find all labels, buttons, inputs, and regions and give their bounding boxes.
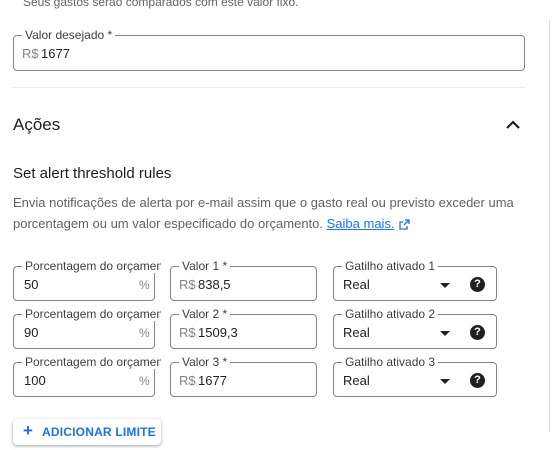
trigger-label-1: Gatilho ativado 1 xyxy=(342,259,439,273)
trigger-value-3: Real xyxy=(343,373,370,388)
trigger-select-3[interactable]: Gatilho ativado 3 Real ? xyxy=(333,355,497,397)
trigger-select-1[interactable]: Gatilho ativado 1 Real ? xyxy=(333,259,497,301)
external-link-icon[interactable] xyxy=(398,219,410,230)
dropdown-arrow-icon xyxy=(440,331,450,336)
trigger-value-1: Real xyxy=(343,277,370,292)
plus-icon: + xyxy=(23,421,34,440)
percent-suffix-2: % xyxy=(139,326,150,340)
percent-suffix-3: % xyxy=(139,374,150,388)
percent-label-2: Porcentagem do orçamento xyxy=(22,307,161,321)
value-input-2[interactable]: 1509,3 xyxy=(198,325,238,340)
trigger-select-2[interactable]: Gatilho ativado 2 Real ? xyxy=(333,307,497,349)
chevron-up-icon[interactable] xyxy=(503,116,523,132)
rules-title: Set alert threshold rules xyxy=(13,165,172,182)
dropdown-arrow-icon xyxy=(440,283,450,288)
desired-value-field[interactable]: Valor desejado * R$ 1677 xyxy=(13,28,525,71)
percent-input-3[interactable]: 100 xyxy=(24,373,46,388)
percent-input-2[interactable]: 90 xyxy=(24,325,38,340)
panel-edge-divider xyxy=(549,20,550,432)
value-field-3[interactable]: Valor 3 * R$ 1677 xyxy=(170,355,317,397)
help-icon[interactable]: ? xyxy=(470,325,485,340)
value-field-2[interactable]: Valor 2 * R$ 1509,3 xyxy=(170,307,317,349)
percent-field-3[interactable]: Porcentagem do orçamento 100 % xyxy=(13,355,161,397)
desired-value-label: Valor desejado * xyxy=(22,28,116,42)
section-divider xyxy=(13,87,525,88)
trigger-value-2: Real xyxy=(343,325,370,340)
currency-prefix-2: R$ xyxy=(179,325,196,340)
percent-field-1[interactable]: Porcentagem do orçamento 50 % xyxy=(13,259,161,301)
trigger-label-3: Gatilho ativado 3 xyxy=(342,355,439,369)
percent-label-1: Porcentagem do orçamento xyxy=(22,259,161,273)
value-input-3[interactable]: 1677 xyxy=(198,373,227,388)
dropdown-arrow-icon xyxy=(440,379,450,384)
add-threshold-label: ADICIONAR LIMITE xyxy=(42,425,156,439)
rules-description: Envia notificações de alerta por e-mail … xyxy=(13,192,528,234)
help-icon[interactable]: ? xyxy=(470,373,485,388)
trigger-label-2: Gatilho ativado 2 xyxy=(342,307,439,321)
currency-prefix-3: R$ xyxy=(179,373,196,388)
add-threshold-button[interactable]: + ADICIONAR LIMITE xyxy=(13,419,161,445)
value-input-1[interactable]: 838,5 xyxy=(198,277,231,292)
rules-description-text: Envia notificações de alerta por e-mail … xyxy=(13,195,514,231)
help-icon[interactable]: ? xyxy=(470,277,485,292)
actions-section-title: Ações xyxy=(13,115,61,134)
value-field-1[interactable]: Valor 1 * R$ 838,5 xyxy=(170,259,317,301)
helper-caption: Seus gastos serão comparados com este va… xyxy=(23,0,299,9)
desired-value-input[interactable]: 1677 xyxy=(41,46,70,61)
percent-label-3: Porcentagem do orçamento xyxy=(22,355,161,369)
currency-prefix: R$ xyxy=(22,46,39,61)
currency-prefix-1: R$ xyxy=(179,277,196,292)
value-label-2: Valor 2 * xyxy=(179,307,231,321)
percent-suffix-1: % xyxy=(139,278,150,292)
percent-field-2[interactable]: Porcentagem do orçamento 90 % xyxy=(13,307,161,349)
value-label-3: Valor 3 * xyxy=(179,355,231,369)
percent-input-1[interactable]: 50 xyxy=(24,277,38,292)
learn-more-link[interactable]: Saiba mais. xyxy=(327,216,395,231)
value-label-1: Valor 1 * xyxy=(179,259,231,273)
